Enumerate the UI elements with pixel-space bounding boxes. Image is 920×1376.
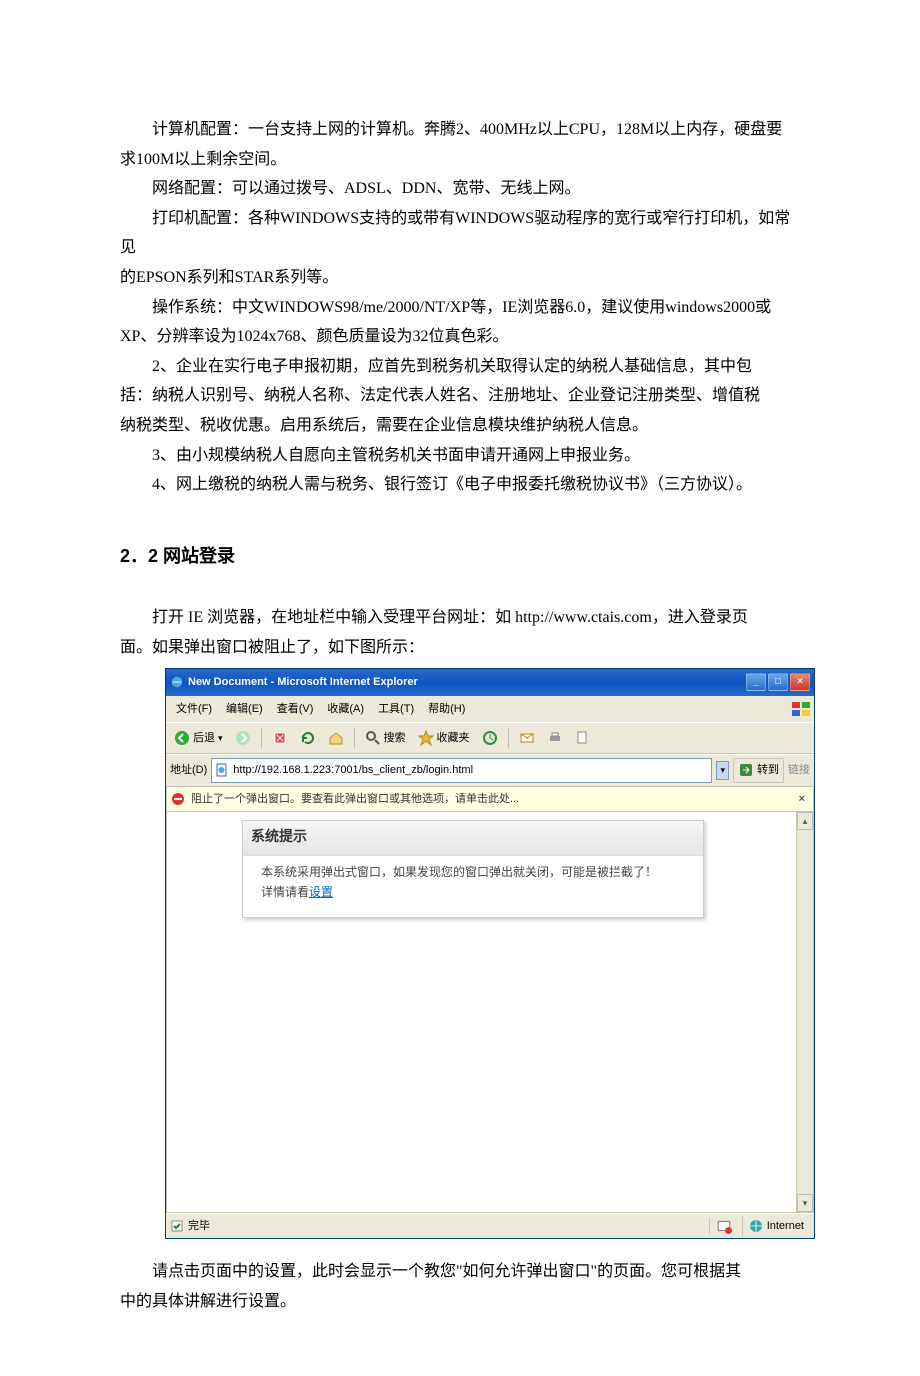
go-icon (738, 762, 754, 778)
toolbar-separator (354, 728, 355, 748)
message-text: 详情请看 (261, 885, 309, 899)
menubar: 文件(F) 编辑(E) 查看(V) 收藏(A) 工具(T) 帮助(H) (166, 696, 814, 722)
search-button[interactable]: 搜索 (361, 726, 410, 750)
paragraph: 面。如果弹出窗口被阻止了，如下图所示： (120, 633, 800, 663)
back-icon (174, 730, 190, 746)
scroll-up-icon[interactable]: ▴ (797, 812, 813, 830)
menu-edit[interactable]: 编辑(E) (220, 698, 269, 720)
paragraph: 打开 IE 浏览器，在地址栏中输入受理平台网址：如 http://www.cta… (120, 603, 800, 633)
back-label: 后退 (193, 728, 215, 748)
favorites-button[interactable]: 收藏夹 (414, 726, 474, 750)
paragraph: 括：纳税人识别号、纳税人名称、法定代表人姓名、注册地址、企业登记注册类型、增值税 (120, 381, 800, 411)
toolbar-separator (508, 728, 509, 748)
menu-help[interactable]: 帮助(H) (422, 698, 471, 720)
message-title: 系统提示 (243, 821, 703, 856)
ie-logo-icon (170, 675, 184, 689)
favorites-label: 收藏夹 (437, 728, 470, 748)
star-icon (418, 730, 434, 746)
history-button[interactable] (478, 728, 502, 748)
scroll-down-icon[interactable]: ▾ (797, 1194, 813, 1212)
refresh-button[interactable] (296, 728, 320, 748)
home-icon (328, 730, 344, 746)
internet-zone-icon (749, 1219, 763, 1233)
status-text: 完毕 (188, 1216, 705, 1236)
blocked-icon (171, 792, 185, 806)
print-icon (547, 730, 563, 746)
menu-tools[interactable]: 工具(T) (372, 698, 420, 720)
address-input[interactable]: http://192.168.1.223:7001/bs_client_zb/l… (211, 758, 712, 782)
back-button[interactable]: 后退 ▾ (170, 726, 227, 750)
infobar-text: 阻止了一个弹出窗口。要查看此弹出窗口或其他选项，请单击此处... (191, 789, 789, 809)
section-heading: 2．2 网站登录 (120, 540, 800, 573)
history-icon (482, 730, 498, 746)
go-label: 转到 (757, 760, 779, 780)
print-button[interactable] (543, 728, 567, 748)
mail-button[interactable] (515, 728, 539, 748)
address-bar: 地址(D) http://192.168.1.223:7001/bs_clien… (166, 754, 814, 786)
stop-icon (272, 730, 288, 746)
search-label: 搜索 (384, 728, 406, 748)
paragraph: 的EPSON系列和STAR系列等。 (120, 263, 800, 293)
menu-file[interactable]: 文件(F) (170, 698, 218, 720)
vertical-scrollbar[interactable]: ▴ ▾ (796, 812, 813, 1212)
page-content: 系统提示 本系统采用弹出式窗口，如果发现您的窗口弹出就关闭，可能是被拦截了！ 详… (166, 812, 814, 1213)
zone-label: Internet (767, 1216, 804, 1236)
menu-favorites[interactable]: 收藏(A) (321, 698, 370, 720)
forward-icon (235, 730, 251, 746)
close-button[interactable]: × (790, 673, 810, 691)
mail-icon (519, 730, 535, 746)
windows-flag-icon (792, 702, 810, 716)
window-title: New Document - Microsoft Internet Explor… (188, 672, 742, 692)
embedded-screenshot: New Document - Microsoft Internet Explor… (165, 668, 815, 1239)
paragraph: 请点击页面中的设置，此时会显示一个教您"如何允许弹出窗口"的页面。您可根据其 (120, 1257, 800, 1287)
stop-button[interactable] (268, 728, 292, 748)
go-button[interactable]: 转到 (733, 758, 784, 782)
edit-button[interactable] (571, 728, 595, 748)
paragraph: 4、网上缴税的纳税人需与税务、银行签订《电子申报委托缴税协议书》（三方协议）。 (120, 470, 800, 500)
settings-link[interactable]: 设置 (309, 885, 333, 899)
paragraph: 2、企业在实行电子申报初期，应首先到税务机关取得认定的纳税人基础信息，其中包 (120, 352, 800, 382)
address-label: 地址(D) (170, 760, 207, 780)
links-label[interactable]: 链接 (788, 760, 810, 780)
document-page: 计算机配置：一台支持上网的计算机。奔腾2、400MHz以上CPU，128M以上内… (0, 0, 920, 1376)
infobar-close-button[interactable]: × (795, 789, 809, 809)
search-icon (365, 730, 381, 746)
ie-window: New Document - Microsoft Internet Explor… (165, 668, 815, 1239)
home-button[interactable] (324, 728, 348, 748)
paragraph: 3、由小规模纳税人自愿向主管税务机关书面申请开通网上申报业务。 (120, 441, 800, 471)
system-message-box: 系统提示 本系统采用弹出式窗口，如果发现您的窗口弹出就关闭，可能是被拦截了！ 详… (242, 820, 704, 918)
minimize-button[interactable]: _ (746, 673, 766, 691)
toolbar: 后退 ▾ 搜索 收藏夹 (166, 722, 814, 754)
paragraph: 计算机配置：一台支持上网的计算机。奔腾2、400MHz以上CPU，128M以上内… (120, 115, 800, 145)
popup-blocked-status-icon (716, 1218, 732, 1234)
address-dropdown-icon[interactable]: ▾ (716, 761, 729, 780)
address-url: http://192.168.1.223:7001/bs_client_zb/l… (233, 760, 473, 780)
statusbar: 完毕 Internet (166, 1213, 814, 1238)
maximize-button[interactable]: □ (768, 673, 788, 691)
done-icon (170, 1219, 184, 1233)
status-section (709, 1218, 738, 1234)
paragraph: 纳税类型、税收优惠。启用系统后，需要在企业信息模块维护纳税人信息。 (120, 411, 800, 441)
paragraph: 网络配置：可以通过拨号、ADSL、DDN、宽带、无线上网。 (120, 174, 800, 204)
paragraph: 打印机配置：各种WINDOWS支持的或带有WINDOWS驱动程序的宽行或窄行打印… (120, 204, 800, 263)
page-icon (214, 762, 230, 778)
paragraph: XP、分辨率设为1024x768、颜色质量设为32位真色彩。 (120, 322, 800, 352)
toolbar-separator (261, 728, 262, 748)
menu-view[interactable]: 查看(V) (271, 698, 320, 720)
edit-icon (575, 730, 591, 746)
popup-blocked-infobar[interactable]: 阻止了一个弹出窗口。要查看此弹出窗口或其他选项，请单击此处... × (166, 787, 814, 812)
status-zone: Internet (742, 1216, 810, 1236)
titlebar: New Document - Microsoft Internet Explor… (166, 669, 814, 695)
paragraph: 操作系统：中文WINDOWS98/me/2000/NT/XP等，IE浏览器6.0… (120, 293, 800, 323)
message-line: 详情请看设置 (261, 882, 695, 902)
message-body: 本系统采用弹出式窗口，如果发现您的窗口弹出就关闭，可能是被拦截了！ 详情请看设置 (243, 856, 703, 917)
message-line: 本系统采用弹出式窗口，如果发现您的窗口弹出就关闭，可能是被拦截了！ (261, 862, 695, 882)
refresh-icon (300, 730, 316, 746)
forward-button[interactable] (231, 728, 255, 748)
paragraph: 求100M以上剩余空间。 (120, 145, 800, 175)
dropdown-arrow-icon: ▾ (218, 730, 223, 747)
